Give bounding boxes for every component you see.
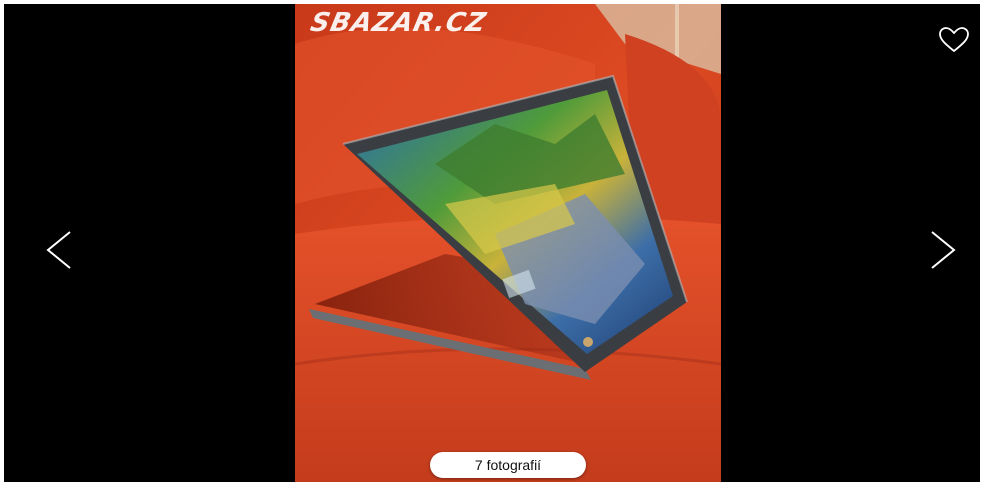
gallery-photo[interactable]: SBAZAR.CZ (295, 4, 721, 482)
heart-outline-icon (939, 27, 969, 52)
chevron-left-icon (46, 231, 71, 269)
next-photo-button[interactable] (922, 226, 962, 274)
watermark-logo: SBAZAR.CZ (307, 8, 490, 38)
favorite-button[interactable] (938, 26, 970, 54)
photo-viewer: SBAZAR.CZ 7 fotografií (4, 4, 980, 482)
previous-photo-button[interactable] (40, 226, 80, 274)
chevron-right-icon (931, 231, 956, 269)
photo-count-button[interactable]: 7 fotografií (430, 452, 586, 478)
